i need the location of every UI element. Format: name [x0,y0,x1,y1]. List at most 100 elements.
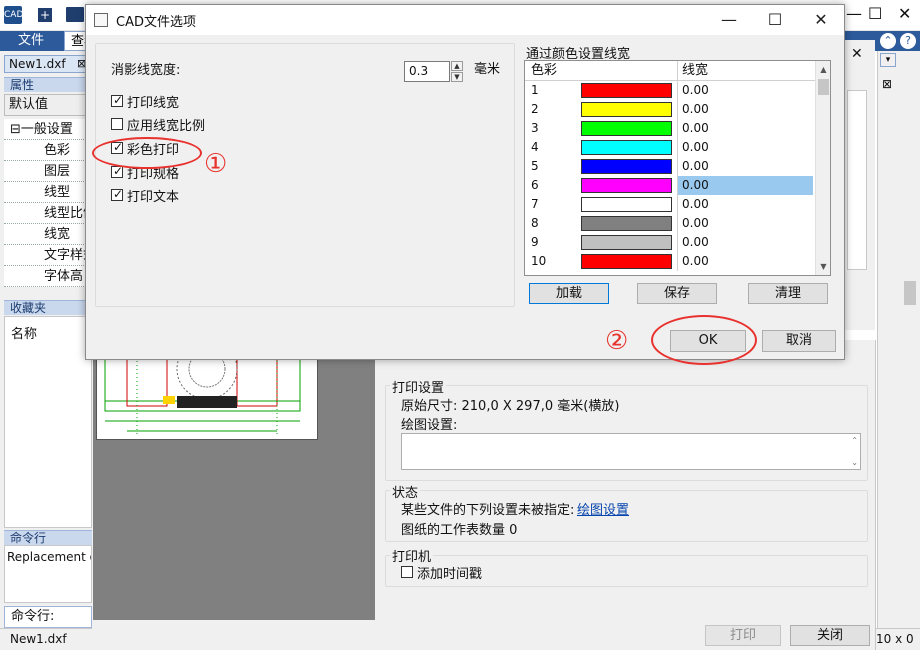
save-button[interactable]: 保存 [637,283,717,304]
table-row[interactable]: 2 0.00 [525,100,815,119]
property-row[interactable]: 线型比例 [4,203,92,224]
print-settings-title: 打印设置 [390,377,447,396]
color-swatch[interactable] [581,121,672,136]
property-row[interactable]: 字体高 [4,266,92,287]
lineweight-cell[interactable]: 0.00 [677,157,813,176]
lineweight-cell[interactable]: 0.00 [677,176,813,195]
color-swatch[interactable] [581,102,672,117]
table-scrollbar-thumb[interactable] [818,79,829,95]
close-button[interactable]: 关闭 [790,625,870,646]
spin-down-icon[interactable]: ▼ [451,72,463,82]
command-output: Replacement of [4,545,92,603]
row-index: 7 [531,197,539,211]
lineweight-cell[interactable]: 0.00 [677,252,813,271]
favorites-name-label: 名称 [11,327,38,342]
dialog-titlebar: CAD文件选项 — ☐ ✕ [86,5,844,35]
row-index: 2 [531,102,539,116]
app-logo-icon: CAD [4,6,23,24]
clear-button[interactable]: 清理 [748,283,828,304]
table-row[interactable]: 3 0.00 [525,119,815,138]
color-lineweight-table: 色彩 线宽 1 0.00 2 0.00 3 0.00 4 0.00 5 0.00 6 0.00 7 0.0… [524,60,831,276]
timestamp-checkbox[interactable] [401,566,413,578]
properties-default[interactable]: 默认值 [4,94,92,116]
hide-line-width-input[interactable]: 0.3 [404,61,450,82]
close-icon[interactable]: ✕ [798,5,844,35]
panel-menu-icon[interactable]: ▾ [880,53,896,67]
properties-group[interactable]: ⊟一般设置 [4,119,92,140]
table-row[interactable]: 9 0.00 [525,233,815,252]
minimize-icon[interactable]: — [706,5,752,35]
print-text-label: 打印文本 [127,190,180,205]
print-window-edge: ✕ [845,40,875,330]
status-file: New1.dxf [10,632,67,646]
print-specification-checkbox[interactable] [111,164,123,178]
plot-settings-link[interactable]: 绘图设置 [577,499,629,518]
app-maximize-icon[interactable]: ☐ [868,4,882,23]
color-swatch[interactable] [581,235,672,250]
table-row[interactable]: 5 0.00 [525,157,815,176]
panel-close-icon[interactable]: ⊠ [882,77,892,91]
load-button[interactable]: 加载 [529,283,609,304]
new-file-icon[interactable]: + [38,8,52,22]
print-window-close-icon[interactable]: ✕ [851,46,863,62]
scroll-down-icon[interactable]: ▼ [816,258,830,275]
spin-up-icon[interactable]: ▲ [451,61,463,71]
color-swatch[interactable] [581,140,672,155]
print-button[interactable]: 打印 [705,625,781,646]
cad-options-dialog: CAD文件选项 — ☐ ✕ 消影线宽度: 0.3 ▲ ▼ 毫米 打印线宽 应用线… [85,4,845,360]
property-row[interactable]: 图层 [4,161,92,182]
row-index: 6 [531,178,539,192]
table-row[interactable]: 10 0.00 [525,252,815,271]
color-swatch[interactable] [581,83,672,98]
chevron-up-icon[interactable]: ⌃ [880,33,896,49]
lineweight-cell[interactable]: 0.00 [677,138,813,157]
lineweight-cell[interactable]: 0.00 [677,119,813,138]
lineweight-cell[interactable]: 0.00 [677,81,813,100]
color-swatch[interactable] [581,178,672,193]
sheet-count-label: 图纸的工作表数量 0 [401,523,518,538]
hide-line-width-label: 消影线宽度: [111,63,181,78]
lineweight-cell[interactable]: 0.00 [677,214,813,233]
maximize-icon[interactable]: ☐ [752,5,798,35]
open-folder-icon[interactable] [66,7,84,22]
column-divider [677,61,678,81]
table-row[interactable]: 4 0.00 [525,138,815,157]
property-row[interactable]: 线宽 [4,224,92,245]
menu-file[interactable]: 文件 [12,31,50,51]
table-row[interactable]: 7 0.00 [525,195,815,214]
property-row[interactable]: 色彩 [4,140,92,161]
property-row[interactable]: 线型 [4,182,92,203]
table-scrollbar[interactable]: ▲ ▼ [815,61,830,275]
table-row[interactable]: 8 0.00 [525,214,815,233]
property-row[interactable]: 文字样式 [4,245,92,266]
cancel-button[interactable]: 取消 [762,330,836,352]
lineweight-cell[interactable]: 0.00 [677,233,813,252]
row-index: 4 [531,140,539,154]
command-input-label[interactable]: 命令行: [4,606,92,628]
scroll-up-icon[interactable]: ⌃ [851,436,858,445]
scroll-up-icon[interactable]: ▲ [816,61,830,78]
doc-tab[interactable]: New1.dxf ⊠ [4,55,90,73]
color-swatch[interactable] [581,159,672,174]
app-minimize-icon[interactable]: — [846,4,862,23]
right-scrollbar-thumb[interactable] [904,281,916,305]
command-header: 命令行 [4,530,92,545]
color-swatch[interactable] [581,216,672,231]
color-swatch[interactable] [581,197,672,212]
hide-line-width-unit: 毫米 [474,62,501,77]
lineweight-cell[interactable]: 0.00 [677,195,813,214]
right-scrollbar[interactable] [902,81,918,621]
scroll-down-icon[interactable]: ⌄ [851,458,858,467]
app-close-icon[interactable]: ✕ [898,4,911,23]
annotation-number-1: ① [204,149,228,179]
print-lineweight-checkbox[interactable] [111,93,123,107]
table-row[interactable]: 1 0.00 [525,81,815,100]
apply-lineweight-scale-checkbox[interactable] [111,118,123,130]
lineweight-cell[interactable]: 0.00 [677,100,813,119]
annotation-number-2: ② [605,326,629,356]
color-swatch[interactable] [581,254,672,269]
print-text-checkbox[interactable] [111,187,123,201]
table-row[interactable]: 6 0.00 [525,176,815,195]
plot-settings-textarea[interactable]: ⌃ ⌄ [401,433,861,470]
help-icon[interactable]: ? [900,33,916,49]
